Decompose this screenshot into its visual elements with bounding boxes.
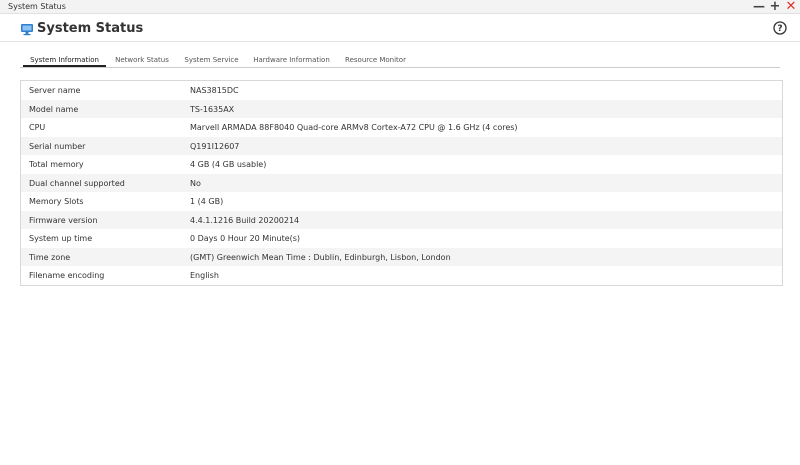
info-value: Marvell ARMADA 88F8040 Quad-core ARMv8 C… (190, 123, 518, 133)
info-row-system-up-time: System up time 0 Days 0 Hour 20 Minute(s… (21, 229, 782, 248)
close-icon[interactable]: ✕ (784, 0, 798, 14)
info-label: CPU (29, 123, 46, 133)
info-label: Dual channel supported (29, 178, 125, 188)
info-value: (GMT) Greenwich Mean Time : Dublin, Edin… (190, 252, 451, 262)
tab-hardware-information[interactable]: Hardware Information (253, 52, 330, 67)
tab-system-information[interactable]: System Information (23, 52, 106, 67)
info-label: Serial number (29, 141, 86, 151)
system-info-table: Server name NAS3815DC Model name TS-1635… (20, 80, 783, 287)
info-value: 0 Days 0 Hour 20 Minute(s) (190, 234, 301, 244)
info-value: TS-1635AX (190, 104, 235, 114)
svg-text:?: ? (777, 24, 782, 34)
info-value: English (190, 271, 219, 281)
info-label: Total memory (29, 160, 84, 170)
monitor-icon (21, 24, 33, 36)
info-label: Server name (29, 86, 81, 95)
info-label: Time zone (29, 252, 71, 262)
tab-network-status[interactable]: Network Status (112, 52, 172, 67)
info-label: Memory Slots (29, 197, 84, 207)
info-row-time-zone: Time zone (GMT) Greenwich Mean Time : Du… (21, 247, 782, 267)
info-row-serial-number: Serial number Q191I12607 (21, 136, 782, 156)
info-row-total-memory: Total memory 4 GB (4 GB usable) (21, 155, 782, 174)
tabs-divider (20, 67, 780, 68)
info-row-filename-encoding: Filename encoding English (21, 266, 782, 285)
info-row-server-name: Server name NAS3815DC (21, 81, 782, 100)
help-icon[interactable]: ? (773, 21, 787, 35)
info-row-model-name: Model name TS-1635AX (21, 99, 782, 119)
info-value: NAS3815DC (190, 86, 239, 95)
window-title: System Status (8, 2, 66, 11)
info-value: No (190, 178, 201, 188)
info-row-memory-slots: Memory Slots 1 (4 GB) (21, 192, 782, 211)
page-title: System Status (37, 21, 144, 36)
info-row-cpu: CPU Marvell ARMADA 88F8040 Quad-core ARM… (21, 118, 782, 137)
info-value: 1 (4 GB) (190, 197, 224, 207)
info-value: 4 GB (4 GB usable) (190, 160, 267, 170)
info-value: Q191I12607 (190, 141, 240, 151)
tab-resource-monitor[interactable]: Resource Monitor (343, 52, 408, 67)
info-row-dual-channel: Dual channel supported No (21, 173, 782, 193)
maximize-icon[interactable]: + (768, 0, 782, 14)
info-row-firmware-version: Firmware version 4.4.1.1216 Build 202002… (21, 210, 782, 230)
window-titlebar: System Status — + ✕ (0, 0, 800, 14)
info-label: Model name (29, 104, 79, 114)
info-label: Filename encoding (29, 271, 105, 281)
info-label: Firmware version (29, 215, 98, 225)
minimize-icon[interactable]: — (752, 0, 766, 14)
tab-system-service[interactable]: System Service (183, 52, 240, 67)
info-label: System up time (29, 234, 93, 244)
info-value: 4.4.1.1216 Build 20200214 (190, 215, 300, 225)
header-divider (0, 41, 800, 42)
